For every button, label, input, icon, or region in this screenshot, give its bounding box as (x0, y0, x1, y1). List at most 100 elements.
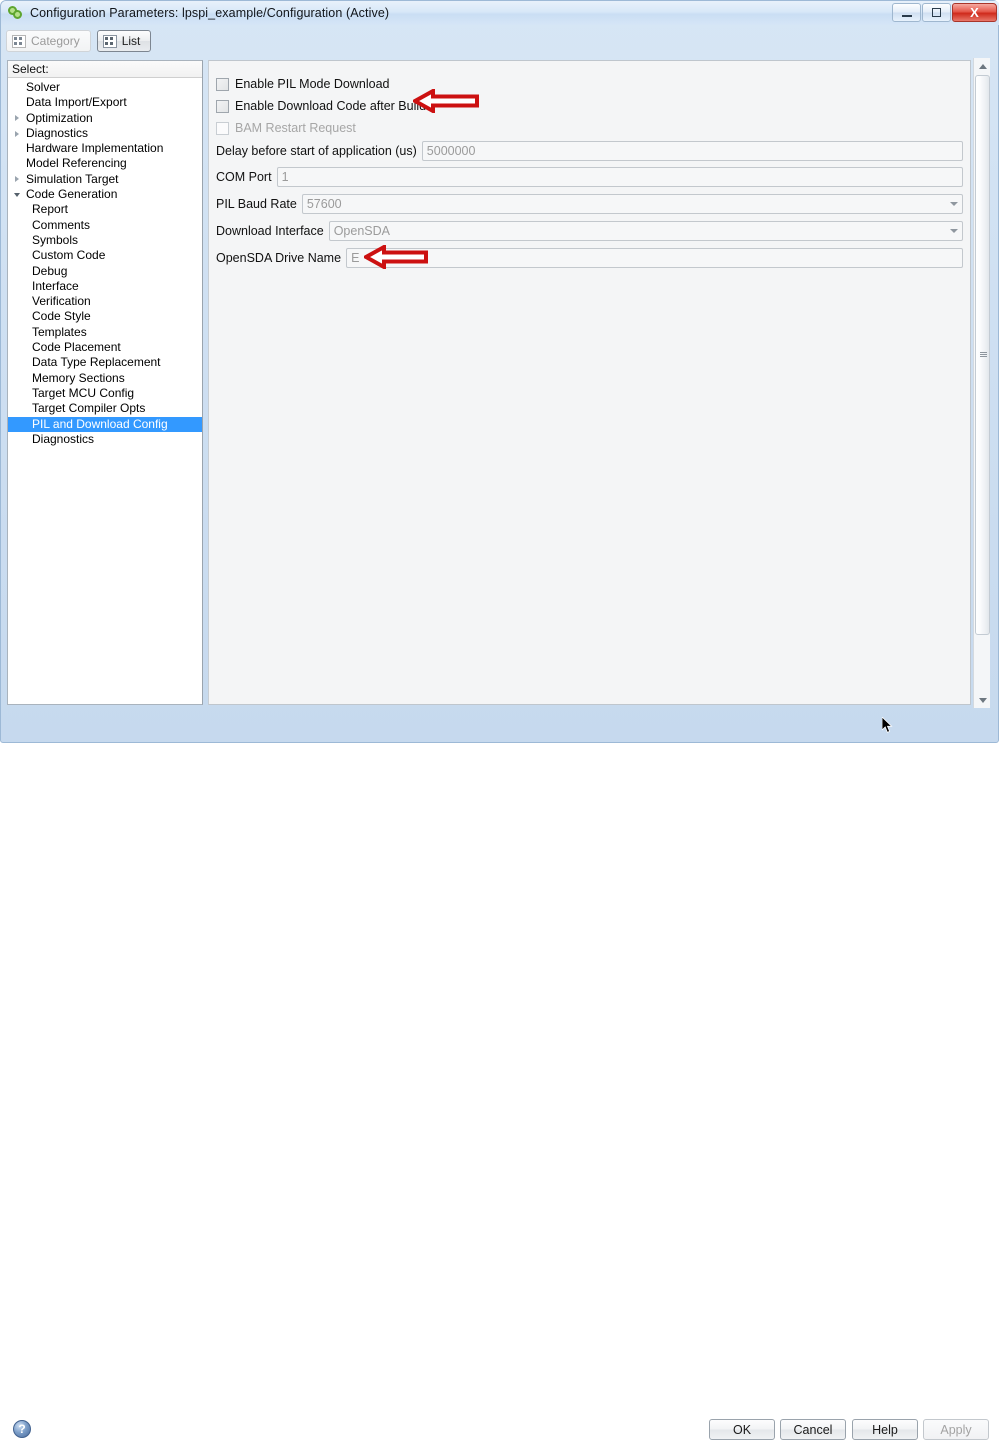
help-button[interactable]: Help (852, 1419, 918, 1440)
sidebar-item-pil-and-download-config[interactable]: PIL and Download Config (8, 416, 202, 432)
label-delay-before-start: Delay before start of application (us) (216, 144, 417, 158)
sidebar-item-interface[interactable]: Interface (8, 279, 202, 294)
pil-download-config-panel: Enable PIL Mode Download Enable Download… (208, 60, 971, 705)
chevron-right-icon[interactable] (12, 173, 24, 185)
value-pil-baud-rate: 57600 (306, 197, 342, 211)
sidebar-item-label: Simulation Target (26, 171, 119, 186)
sidebar-item-label: Diagnostics (26, 125, 89, 140)
scrollbar-grip (980, 352, 987, 358)
checkbox-enable-pil-mode-download[interactable] (216, 77, 229, 91)
annotation-arrow-opensda-drive-name (364, 245, 428, 269)
sidebar-item-model-referencing[interactable]: Model Referencing (8, 156, 202, 171)
sidebar-item-code-placement[interactable]: Code Placement (8, 340, 202, 355)
sidebar-item-label: PIL and Download Config (32, 416, 168, 431)
sidebar-item-diagnostics[interactable]: Diagnostics (8, 432, 202, 447)
label-opensda-drive-name: OpenSDA Drive Name (216, 251, 342, 265)
sidebar-item-label: Target MCU Config (32, 385, 135, 400)
maximize-button[interactable] (922, 3, 951, 22)
value-download-interface: OpenSDA (333, 224, 390, 238)
sidebar-item-label: Debug (32, 263, 68, 278)
sidebar-item-verification[interactable]: Verification (8, 294, 202, 309)
chevron-down-icon[interactable] (12, 189, 24, 201)
select-tree-panel: Select: Solver Data Import/Export Optimiza… (7, 60, 203, 705)
label-enable-pil-mode-download: Enable PIL Mode Download (235, 77, 390, 91)
field-row-delay-before-start: Delay before start of application (us) 5… (216, 141, 963, 161)
input-opensda-drive-name[interactable]: E (346, 248, 963, 268)
minimize-button[interactable] (892, 3, 921, 22)
select-header: Select: (8, 61, 202, 78)
sidebar-item-label: Hardware Implementation (26, 141, 164, 156)
sidebar-item-label: Code Style (32, 309, 91, 324)
combo-download-interface[interactable]: OpenSDA (328, 221, 963, 241)
sidebar-item-code-generation[interactable]: Code Generation (8, 187, 202, 202)
sidebar-item-label: Verification (32, 294, 91, 309)
sidebar-item-hardware-implementation[interactable]: Hardware Implementation (8, 141, 202, 156)
sidebar-item-data-type-replacement[interactable]: Data Type Replacement (8, 355, 202, 370)
sidebar-item-templates[interactable]: Templates (8, 325, 202, 340)
field-row-download-interface: Download Interface OpenSDA (216, 221, 963, 241)
simulink-config-icon (8, 5, 24, 21)
chevron-down-icon (950, 202, 958, 206)
sidebar-item-report[interactable]: Report (8, 202, 202, 217)
sidebar-item-memory-sections[interactable]: Memory Sections (8, 371, 202, 386)
checkbox-enable-download-code-after-build[interactable] (216, 99, 229, 113)
sidebar-item-target-mcu-config[interactable]: Target MCU Config (8, 386, 202, 401)
cancel-button[interactable]: Cancel (780, 1419, 846, 1440)
checkbox-row-enable-download-code-after-build[interactable]: Enable Download Code after Build (216, 98, 426, 114)
sidebar-item-label: Templates (32, 324, 87, 339)
question-mark-icon[interactable]: ? (13, 1420, 31, 1438)
sidebar-item-label: Code Placement (32, 340, 121, 355)
label-enable-download-code-after-build: Enable Download Code after Build (235, 99, 427, 113)
annotation-arrow-enable-download-code (413, 89, 479, 113)
sidebar-item-code-style[interactable]: Code Style (8, 309, 202, 324)
input-delay-before-start[interactable]: 5000000 (421, 141, 963, 161)
chevron-right-icon[interactable] (12, 112, 24, 124)
sidebar-item-label: Target Compiler Opts (32, 401, 146, 416)
chevron-right-icon[interactable] (12, 128, 24, 140)
sidebar-item-comments[interactable]: Comments (8, 218, 202, 233)
sidebar-item-label: Memory Sections (32, 370, 125, 385)
close-button[interactable]: X (952, 3, 997, 22)
sidebar-item-label: Diagnostics (32, 431, 95, 446)
sidebar-item-debug[interactable]: Debug (8, 264, 202, 279)
label-download-interface: Download Interface (216, 224, 324, 238)
sidebar-item-label: Data Type Replacement (32, 355, 161, 370)
scrollbar-thumb[interactable] (975, 75, 990, 635)
sidebar-item-solver[interactable]: Solver (8, 80, 202, 95)
sidebar-item-optimization[interactable]: Optimization (8, 111, 202, 126)
input-com-port[interactable]: 1 (276, 167, 963, 187)
chevron-down-icon (950, 229, 958, 233)
configuration-parameters-window: Configuration Parameters: lpspi_example/… (0, 0, 999, 1440)
checkbox-row-enable-pil-mode-download[interactable]: Enable PIL Mode Download (216, 76, 390, 92)
sidebar-item-label: Solver (26, 80, 61, 94)
scroll-up-button[interactable] (974, 58, 991, 74)
list-button-label: List (121, 34, 141, 48)
sidebar-item-data-import-export[interactable]: Data Import/Export (8, 95, 202, 110)
field-row-com-port: COM Port 1 (216, 167, 963, 187)
ok-button[interactable]: OK (709, 1419, 775, 1440)
label-bam-restart-request: BAM Restart Request (235, 121, 356, 135)
list-icon (102, 34, 117, 48)
category-view-button[interactable]: Category (6, 30, 91, 52)
configuration-tree: Solver Data Import/Export Optimization Diag… (8, 78, 202, 447)
checkbox-row-bam-restart-request[interactable]: BAM Restart Request (216, 120, 356, 136)
mouse-cursor (882, 717, 893, 733)
field-row-opensda-drive-name: OpenSDA Drive Name E (216, 248, 963, 268)
combo-pil-baud-rate[interactable]: 57600 (301, 194, 963, 214)
sidebar-item-label: Model Referencing (26, 156, 127, 171)
sidebar-item-label: Interface (32, 278, 79, 293)
sidebar-item-label: Comments (32, 217, 91, 232)
apply-button[interactable]: Apply (923, 1419, 989, 1440)
sidebar-item-custom-code[interactable]: Custom Code (8, 248, 202, 263)
sidebar-item-diagnostics[interactable]: Diagnostics (8, 126, 202, 141)
dialog-footer: ? OK Cancel Help Apply (1, 706, 999, 1440)
list-view-button[interactable]: List (96, 30, 152, 52)
checkbox-bam-restart-request[interactable] (216, 121, 229, 135)
vertical-scrollbar[interactable] (973, 58, 990, 708)
sidebar-item-target-compiler-opts[interactable]: Target Compiler Opts (8, 401, 202, 416)
sidebar-item-symbols[interactable]: Symbols (8, 233, 202, 248)
sidebar-item-simulation-target[interactable]: Simulation Target (8, 172, 202, 187)
